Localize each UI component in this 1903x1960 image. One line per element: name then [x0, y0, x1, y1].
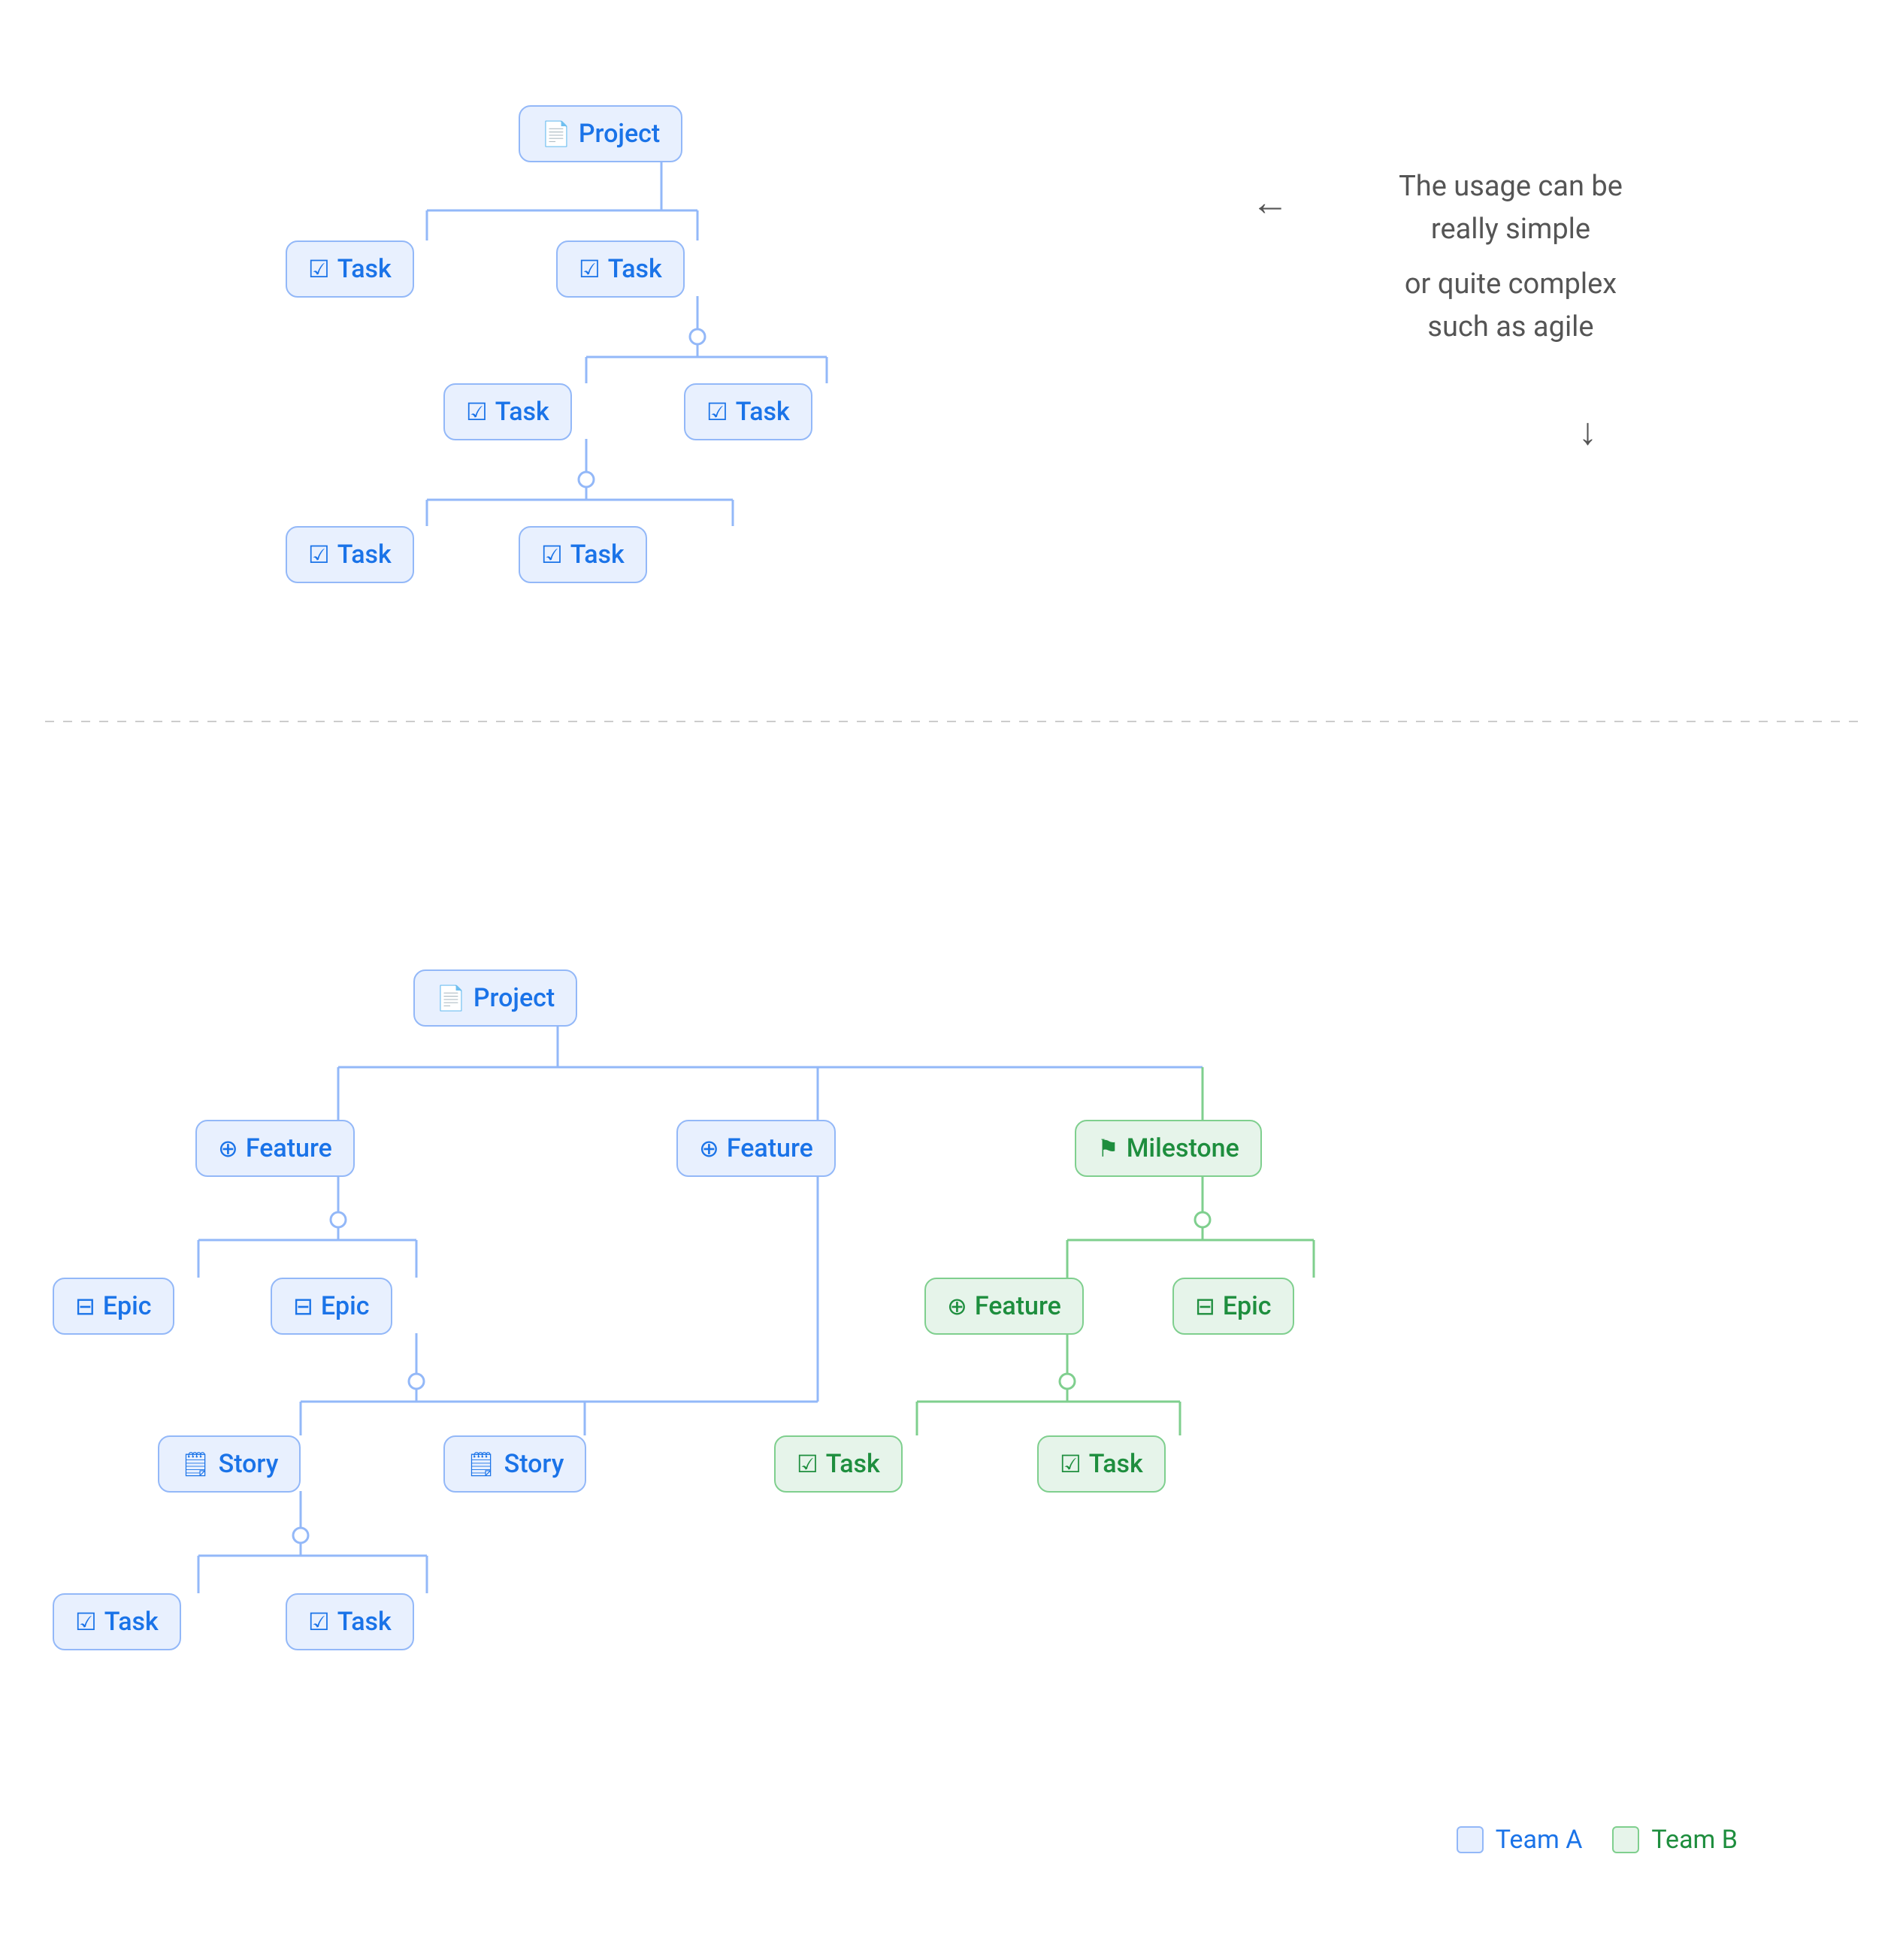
checkbox-icon: ☑: [541, 540, 563, 569]
legend-blue-box: [1457, 1826, 1484, 1853]
d1-task1-node: ☑ Task: [286, 240, 414, 298]
d2-epic3-label: Epic: [1223, 1291, 1272, 1321]
document-icon: 📄: [436, 984, 466, 1012]
legend-teamb-label: Team B: [1651, 1825, 1738, 1855]
d2-epic3-node: ⊟ Epic: [1172, 1278, 1294, 1335]
d2-epic1-label: Epic: [103, 1291, 152, 1321]
annotation-text: The usage can be really simple or quite …: [1293, 165, 1729, 349]
d1-task5-label: Task: [337, 540, 392, 570]
d2-task2g-node: ☑ Task: [1037, 1435, 1166, 1493]
checkbox-icon: ☑: [1060, 1450, 1082, 1478]
checkbox-icon: ☑: [75, 1608, 97, 1636]
annotation-line1: The usage can be: [1293, 165, 1729, 208]
d2-milestone-node: ⚑ Milestone: [1075, 1120, 1262, 1177]
legend-teama-label: Team A: [1496, 1825, 1583, 1855]
d2-feat1-label: Feature: [246, 1133, 332, 1163]
d1-task2-node: ☑ Task: [556, 240, 685, 298]
legend-green-box: [1612, 1826, 1639, 1853]
story-icon: 🗒: [466, 1450, 497, 1478]
annotation-line3: or quite complex: [1293, 263, 1729, 306]
d2-story2-node: 🗒 Story: [443, 1435, 586, 1493]
d1-task6-node: ☑ Task: [519, 526, 647, 583]
plus-circle-icon: ⊕: [218, 1134, 238, 1163]
checkbox-icon: ☑: [706, 398, 728, 426]
checkbox-icon: ☑: [308, 1608, 330, 1636]
plus-circle-icon: ⊕: [699, 1134, 719, 1163]
d2-project-node: 📄 Project: [413, 969, 577, 1027]
d2-feat3-node: ⊕ Feature: [924, 1278, 1084, 1335]
checkbox-icon: ☑: [797, 1450, 818, 1478]
d2-story2-label: Story: [504, 1449, 564, 1479]
d2-feat3-label: Feature: [975, 1291, 1061, 1321]
d2-feat2-label: Feature: [727, 1133, 813, 1163]
d2-epic2-label: Epic: [321, 1291, 370, 1321]
d2-epic2-node: ⊟ Epic: [271, 1278, 392, 1335]
checkbox-icon: ☑: [579, 255, 601, 283]
legend: Team A Team B: [1457, 1825, 1738, 1855]
annotation-line4: such as agile: [1293, 306, 1729, 349]
d2-epic1-node: ⊟ Epic: [53, 1278, 174, 1335]
d2-task1b-node: ☑ Task: [53, 1593, 181, 1650]
d2-story1-label: Story: [219, 1449, 279, 1479]
d1-task6-label: Task: [570, 540, 625, 570]
checkbox-icon: ☑: [466, 398, 488, 426]
d2-task1g-label: Task: [826, 1449, 880, 1479]
checkbox-icon: ☑: [308, 540, 330, 569]
shield-icon: ⊟: [293, 1292, 313, 1320]
d1-project-node: 📄 Project: [519, 105, 682, 162]
d1-task3-label: Task: [495, 397, 549, 427]
d1-task2-label: Task: [608, 254, 662, 284]
d2-story1-node: 🗒 Story: [158, 1435, 301, 1493]
d2-project-label: Project: [473, 983, 555, 1013]
arrow-left-icon: ←: [1251, 180, 1289, 225]
d1-task3-node: ☑ Task: [443, 383, 572, 440]
d2-task1b-label: Task: [104, 1607, 159, 1637]
annotation-line2: really simple: [1293, 208, 1729, 251]
flag-icon: ⚑: [1097, 1134, 1119, 1163]
document-icon: 📄: [541, 119, 571, 148]
story-icon: 🗒: [180, 1450, 211, 1478]
d2-task2b-node: ☑ Task: [286, 1593, 414, 1650]
d2-task2g-label: Task: [1089, 1449, 1143, 1479]
d2-milestone-label: Milestone: [1127, 1133, 1239, 1163]
checkbox-icon: ☑: [308, 255, 330, 283]
d1-project-label: Project: [579, 119, 660, 149]
d2-task1g-node: ☑ Task: [774, 1435, 903, 1493]
d1-task5-node: ☑ Task: [286, 526, 414, 583]
d2-feat2-node: ⊕ Feature: [676, 1120, 836, 1177]
d1-task1-label: Task: [337, 254, 392, 284]
arrow-down-icon: ↓: [1578, 410, 1597, 454]
plus-circle-icon: ⊕: [947, 1292, 967, 1320]
d1-task4-node: ☑ Task: [684, 383, 812, 440]
shield-icon: ⊟: [75, 1292, 95, 1320]
d2-task2b-label: Task: [337, 1607, 392, 1637]
d2-feat1-node: ⊕ Feature: [195, 1120, 355, 1177]
d1-task4-label: Task: [736, 397, 790, 427]
shield-icon: ⊟: [1195, 1292, 1215, 1320]
